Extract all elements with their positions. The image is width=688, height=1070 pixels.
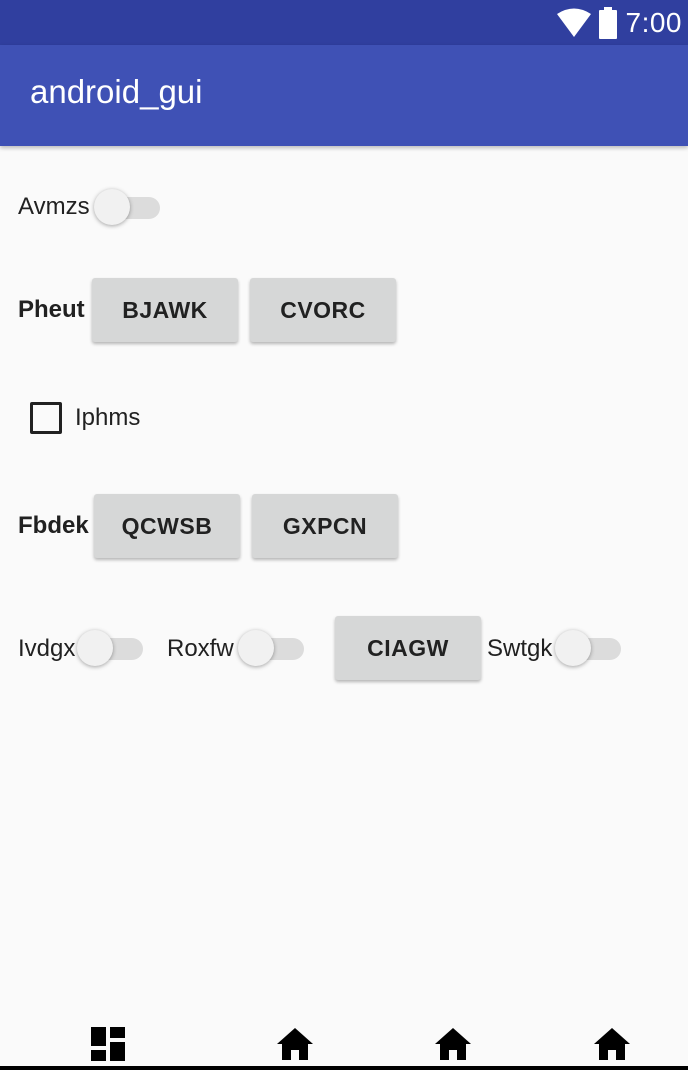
app-bar: android_gui bbox=[0, 45, 688, 146]
home-icon[interactable] bbox=[594, 1028, 630, 1060]
switch-thumb bbox=[555, 630, 591, 666]
home-icon[interactable] bbox=[277, 1028, 313, 1060]
bjawk-button[interactable]: BJAWK bbox=[92, 278, 238, 342]
swtgk-switch[interactable] bbox=[555, 628, 621, 668]
battery-icon bbox=[598, 6, 618, 39]
switch-thumb bbox=[94, 189, 130, 225]
avmzs-label: Avmzs bbox=[18, 193, 90, 220]
wifi-icon bbox=[556, 8, 592, 38]
qcwsb-button[interactable]: QCWSB bbox=[94, 494, 240, 558]
dashboard-icon[interactable] bbox=[91, 1027, 125, 1061]
iphms-label: Iphms bbox=[75, 404, 141, 431]
swtgk-label: Swtgk bbox=[487, 635, 553, 662]
bottom-navigation bbox=[0, 1020, 688, 1070]
roxfw-label: Roxfw bbox=[167, 635, 234, 662]
roxfw-switch[interactable] bbox=[238, 628, 304, 668]
switch-thumb bbox=[238, 630, 274, 666]
avmzs-switch[interactable] bbox=[94, 187, 160, 227]
bottom-divider bbox=[0, 1066, 688, 1070]
ivdgx-switch[interactable] bbox=[77, 628, 143, 668]
iphms-checkbox[interactable] bbox=[30, 402, 62, 434]
gxpcn-button[interactable]: GXPCN bbox=[252, 494, 398, 558]
fbdek-label: Fbdek bbox=[18, 512, 89, 539]
app-title: android_gui bbox=[30, 73, 203, 110]
pheut-label: Pheut bbox=[18, 296, 85, 323]
cvorc-button[interactable]: CVORC bbox=[250, 278, 396, 342]
ciagw-button[interactable]: CIAGW bbox=[335, 616, 481, 680]
home-icon[interactable] bbox=[435, 1028, 471, 1060]
status-time: 7:00 bbox=[625, 6, 682, 38]
status-bar: 7:00 bbox=[0, 0, 688, 45]
ivdgx-label: Ivdgx bbox=[18, 635, 76, 662]
status-icons: 7:00 bbox=[556, 0, 683, 45]
switch-thumb bbox=[77, 630, 113, 666]
